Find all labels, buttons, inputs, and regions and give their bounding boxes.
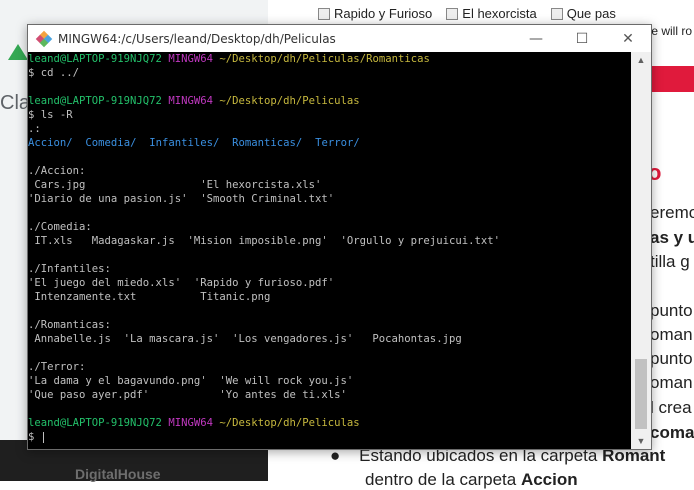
digitalhouse-logo: DigitalHouse	[75, 466, 161, 482]
file-listing: Cars.jpg 'El hexorcista.xls'	[28, 179, 322, 191]
doc-bullet-continuation: dentro de la carpeta Accion	[365, 470, 578, 489]
scroll-down-icon[interactable]: ▼	[631, 433, 651, 449]
directory-entry: Terror/	[315, 137, 360, 149]
file-listing: 'Que paso ayer.pdf' 'Yo antes de ti.xls'	[28, 389, 347, 401]
terminal-window[interactable]: MINGW64:/c/Users/leand/Desktop/dh/Pelicu…	[27, 24, 652, 450]
section-header: ./Accion:	[28, 165, 86, 177]
doc-text-fragment: punto	[650, 301, 693, 320]
root-label: .:	[28, 123, 41, 135]
directory-entry: Accion/	[28, 137, 73, 149]
file-icon	[550, 7, 563, 20]
text-cursor	[42, 431, 44, 443]
command-line: $ ls -R	[28, 109, 73, 121]
file-icon	[318, 7, 330, 20]
minimize-icon: —	[529, 30, 543, 47]
section-header: ./Terror:	[28, 361, 86, 373]
file-listing: Annabelle.js 'La mascara.js' 'Los vengad…	[28, 333, 462, 345]
directory-entry: Comedia/	[85, 137, 137, 149]
prompt-line: leand@LAPTOP-919NJQ72 MINGW64 ~/Desktop/…	[28, 417, 360, 429]
directory-list: Accion/ Comedia/ Infantiles/ Romanticas/…	[28, 136, 631, 150]
file-item[interactable]: El hexorcista	[446, 6, 537, 21]
file-item[interactable]: Rapido y Furioso	[318, 6, 432, 21]
doc-text-fragment: l crea	[650, 398, 692, 417]
close-button[interactable]: ✕	[605, 25, 651, 52]
doc-text-fragment: punto	[650, 349, 693, 368]
doc-text-fragment: as y u	[650, 228, 694, 247]
section-header: ./Comedia:	[28, 221, 92, 233]
section-header: ./Romanticas:	[28, 319, 111, 331]
minimize-button[interactable]: —	[513, 25, 559, 52]
doc-text-fragment: oman	[650, 373, 693, 392]
file-listing: Intenzamente.txt Titanic.png	[28, 291, 271, 303]
doc-text-fragment: tilla g	[650, 252, 690, 271]
command-line: $ cd ../	[28, 67, 80, 79]
section-header: ./Infantiles:	[28, 263, 111, 275]
doc-text-fragment: oman	[650, 325, 693, 344]
doc-text-fragment: coma	[650, 423, 694, 442]
red-banner	[648, 66, 694, 92]
input-line[interactable]: $	[28, 430, 631, 444]
scroll-up-icon[interactable]: ▲	[631, 52, 651, 68]
maximize-button[interactable]: ☐	[559, 25, 605, 52]
file-item[interactable]: Que pas	[550, 6, 616, 21]
file-listing: 'El juego del miedo.xls' 'Rapido y furio…	[28, 277, 335, 289]
file-listing: 'Diario de una pasion.js' 'Smooth Crimin…	[28, 193, 335, 205]
background-heading: Cla	[0, 92, 31, 114]
file-listing: 'La dama y el bagavundo.png' 'We will ro…	[28, 375, 354, 387]
git-bash-icon	[35, 30, 53, 47]
directory-entry: Romanticas/	[232, 137, 303, 149]
drive-icon	[8, 44, 28, 60]
directory-entry: Infantiles/	[149, 137, 220, 149]
maximize-icon: ☐	[575, 30, 589, 47]
file-item-partial[interactable]: /e will ro	[648, 24, 692, 38]
window-title: MINGW64:/c/Users/leand/Desktop/dh/Pelicu…	[58, 31, 336, 46]
background-file-list: Rapido y Furioso El hexorcista Que pas	[318, 6, 616, 21]
prompt-line: leand@LAPTOP-919NJQ72 MINGW64 ~/Desktop/…	[28, 53, 430, 65]
file-listing: IT.xls Madagaskar.js 'Mision imposible.p…	[28, 235, 500, 247]
title-bar[interactable]: MINGW64:/c/Users/leand/Desktop/dh/Pelicu…	[28, 25, 651, 52]
vertical-scrollbar[interactable]: ▲ ▼	[631, 52, 651, 449]
close-icon: ✕	[622, 30, 634, 47]
terminal-output[interactable]: leand@LAPTOP-919NJQ72 MINGW64 ~/Desktop/…	[28, 52, 631, 449]
scrollbar-thumb[interactable]	[635, 359, 647, 429]
doc-text-fragment: eremo	[650, 203, 694, 222]
file-icon	[446, 7, 459, 20]
prompt-line: leand@LAPTOP-919NJQ72 MINGW64 ~/Desktop/…	[28, 95, 360, 107]
